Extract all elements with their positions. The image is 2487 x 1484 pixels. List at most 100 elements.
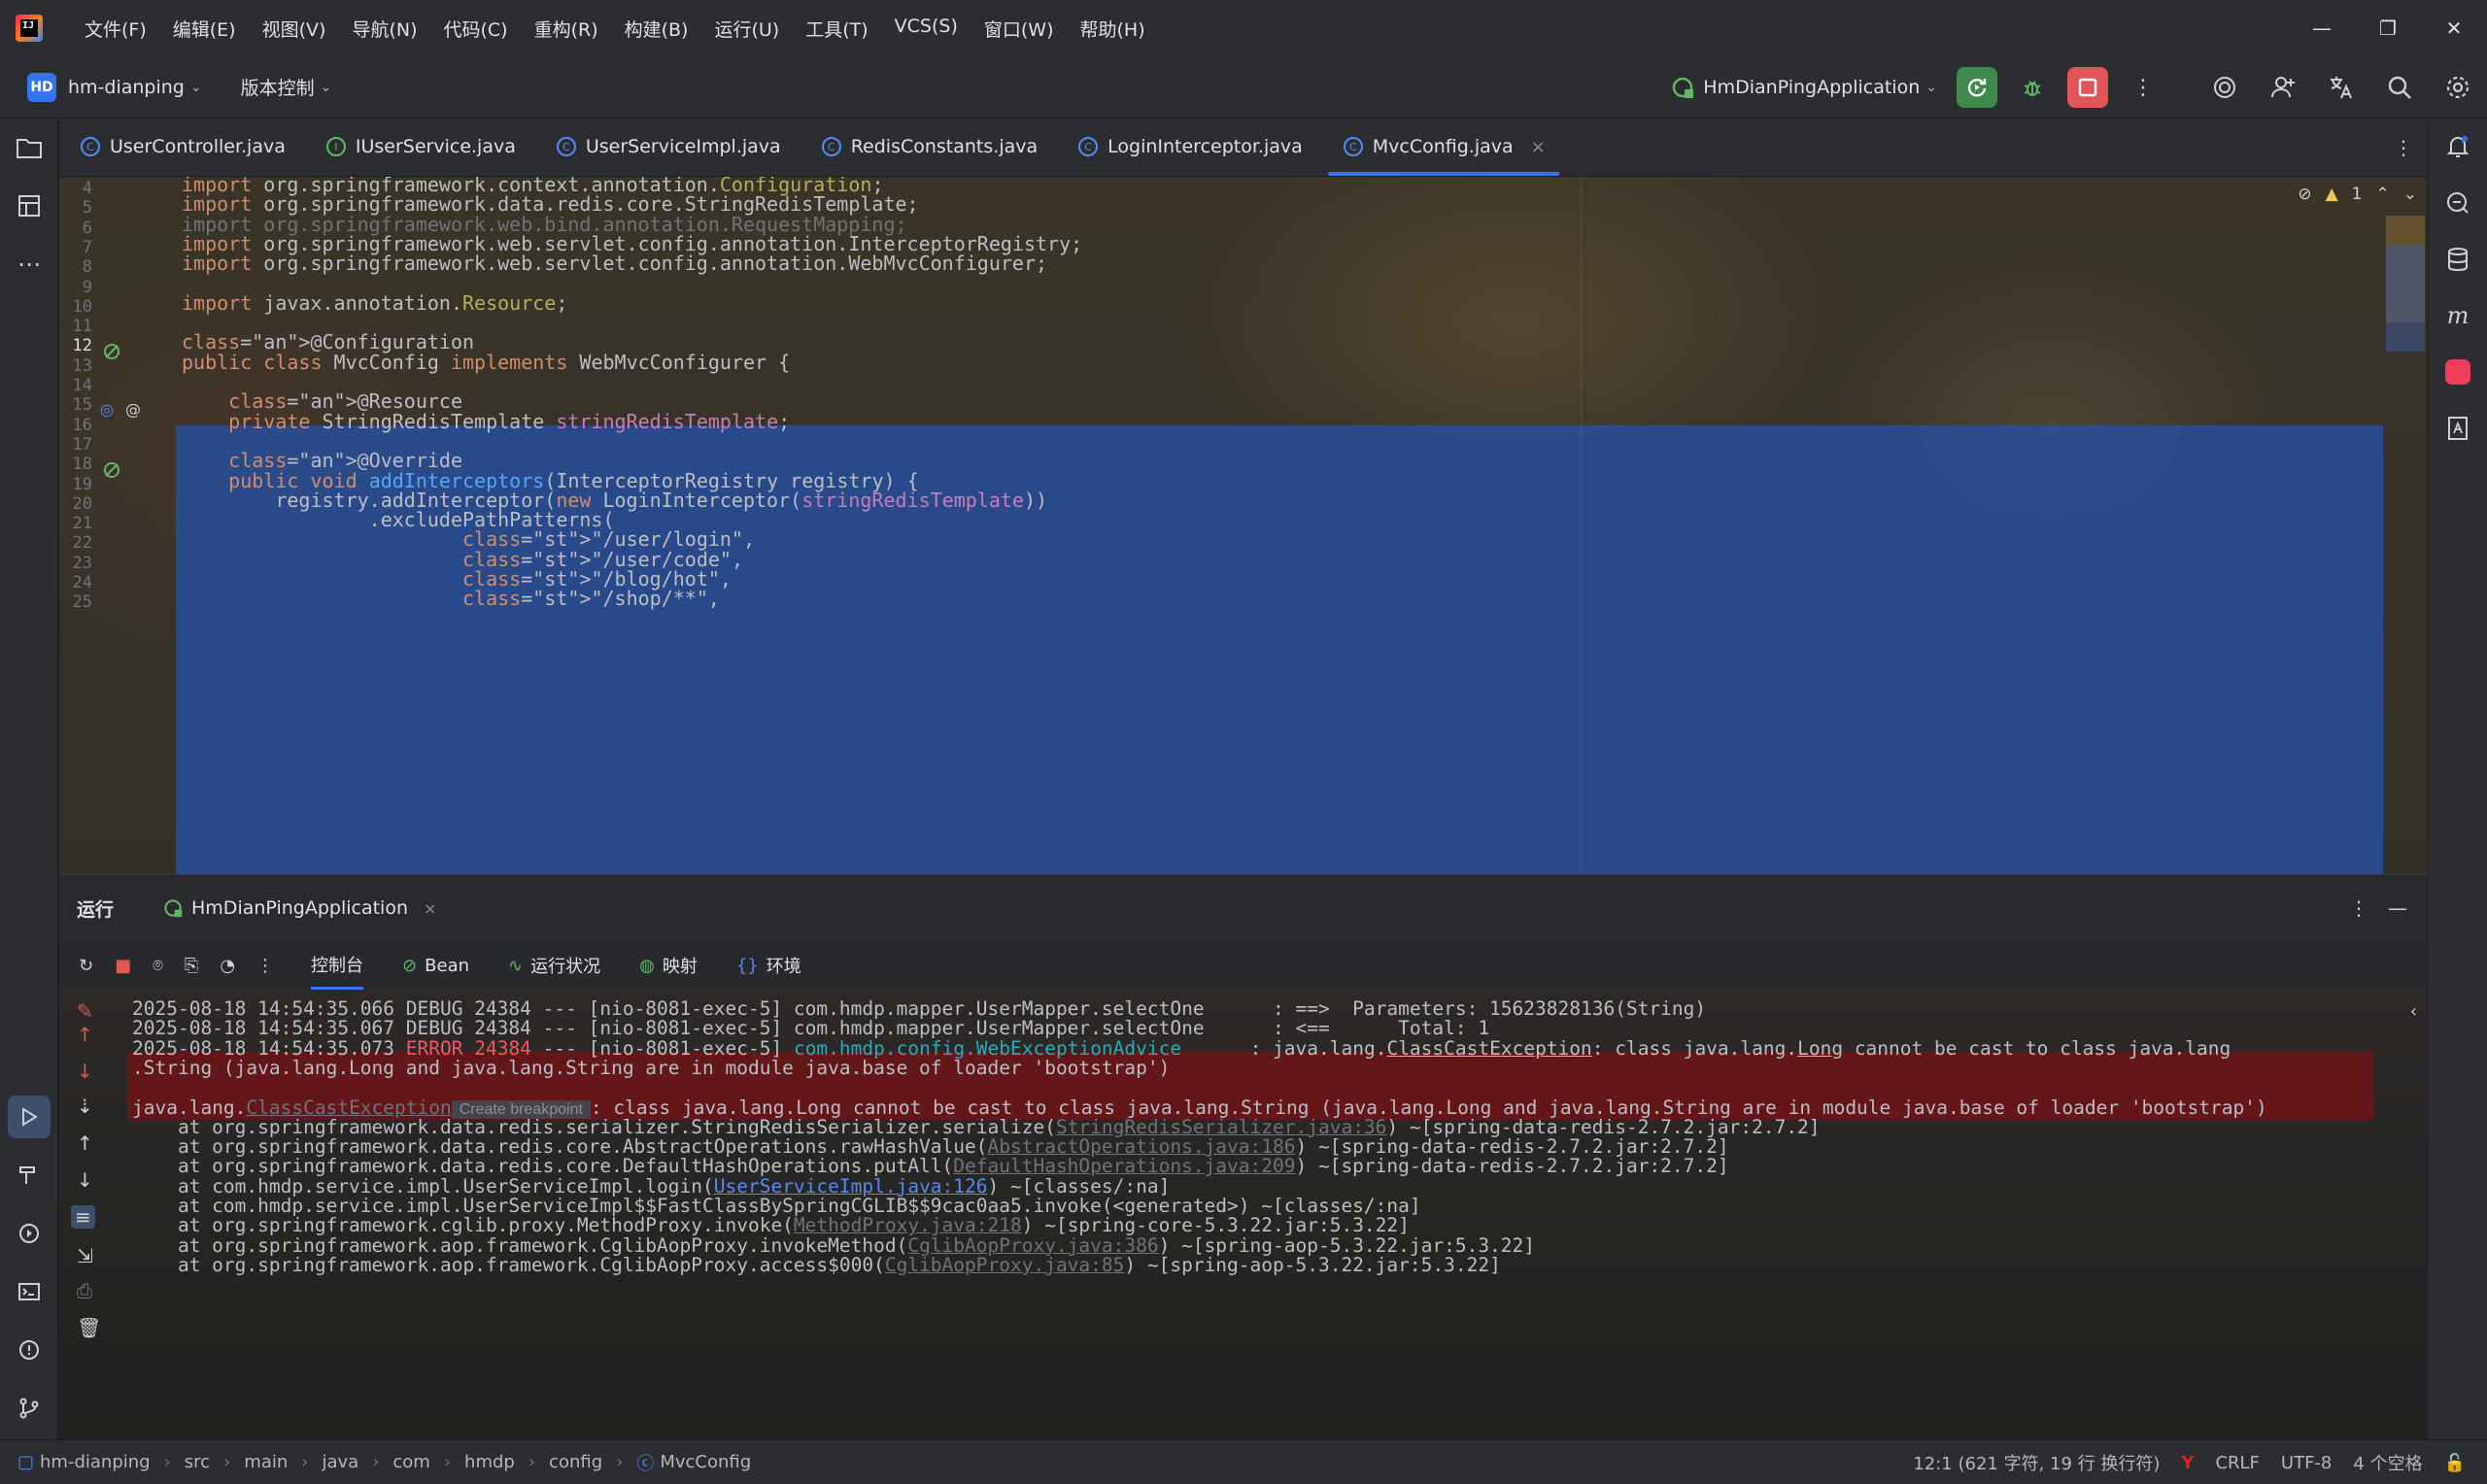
arrow-up-icon[interactable]: ↑ (77, 1023, 93, 1046)
line-number[interactable]: 21 (59, 514, 92, 533)
spring-bean-icon[interactable] (102, 460, 121, 484)
line-number[interactable]: 13 (59, 356, 92, 376)
breadcrumb-item[interactable]: main (244, 1452, 288, 1472)
ai-assistant-icon[interactable] (2205, 68, 2244, 107)
camera-icon[interactable]: ⌾ (153, 956, 163, 976)
line-number[interactable]: 23 (59, 554, 92, 573)
code-line[interactable]: class="st">"/shop/**", (182, 587, 720, 610)
intellij-logo-icon[interactable]: IJ (16, 15, 43, 42)
breadcrumb-item[interactable]: hm-dianping (40, 1452, 151, 1472)
tab-mappings[interactable]: ◍ 映射 (639, 953, 698, 978)
line-number[interactable]: 8 (59, 257, 92, 277)
close-tab-icon[interactable]: × (424, 899, 436, 918)
line-number[interactable]: 7 (59, 238, 92, 257)
down-icon[interactable]: ↓ (77, 1168, 93, 1192)
search-icon[interactable] (2380, 68, 2419, 107)
close-tab-icon[interactable]: × (1531, 137, 1546, 157)
breadcrumb-item[interactable]: hmdp (464, 1452, 515, 1472)
menu-build[interactable]: 构建(B) (610, 16, 700, 42)
project-folder-icon[interactable] (0, 118, 58, 177)
chevron-down-icon[interactable]: ⌄ (190, 80, 202, 95)
menu-file[interactable]: 文件(F) (70, 16, 158, 42)
tab-console[interactable]: 控制台 (311, 941, 364, 990)
line-number[interactable]: 19 (59, 475, 92, 494)
code-line[interactable]: public class MvcConfig implements WebMvc… (182, 351, 790, 374)
rerun-button[interactable] (1957, 67, 1997, 108)
restore-button[interactable]: ❐ (2355, 0, 2421, 56)
vcs-menu[interactable]: 版本控制 (241, 74, 315, 100)
line-number[interactable]: 20 (59, 494, 92, 514)
indent-setting[interactable]: 4 个空格 (2353, 1450, 2422, 1475)
ai-chat-icon[interactable] (2428, 175, 2487, 231)
more-icon[interactable]: ⋮ (256, 956, 274, 976)
debug-button[interactable] (2013, 68, 2052, 107)
trash-icon[interactable]: 🗑 (77, 1316, 101, 1339)
minimap[interactable] (2382, 177, 2427, 874)
code-line[interactable]: import org.springframework.web.servlet.c… (182, 252, 1047, 275)
run-config-selector[interactable]: HmDianPingApplication ⌄ (1670, 75, 1937, 100)
menu-window[interactable]: 窗口(W) (970, 16, 1066, 42)
line-number[interactable]: 16 (59, 416, 92, 435)
terminal-icon[interactable] (0, 1263, 58, 1321)
database-icon[interactable] (2428, 231, 2487, 287)
stop-button[interactable] (2067, 67, 2108, 108)
line-number[interactable]: 17 (59, 435, 92, 455)
line-number[interactable]: 25 (59, 592, 92, 612)
gear-icon[interactable] (2438, 68, 2477, 107)
line-number[interactable]: 9 (59, 278, 92, 297)
problems-icon[interactable] (0, 1321, 58, 1379)
override-icon[interactable]: ◎ (100, 400, 114, 419)
clear-icon[interactable]: ✎ (77, 999, 93, 1023)
at-annotation-icon[interactable]: @ (125, 400, 141, 419)
tab-environment[interactable]: {} 环境 (736, 953, 801, 978)
line-number[interactable]: 10 (59, 297, 92, 317)
menu-vcs[interactable]: VCS(S) (880, 16, 970, 42)
code-line[interactable]: import javax.annotation.Resource; (182, 291, 567, 315)
gauge-icon[interactable]: ◔ (220, 956, 235, 976)
plugin-y-icon[interactable]: Y (2181, 1453, 2194, 1473)
structure-icon[interactable] (0, 177, 58, 235)
line-number[interactable]: 22 (59, 533, 92, 553)
sort-icon[interactable]: ⇣ (77, 1095, 93, 1118)
spring-bean-icon[interactable] (102, 342, 121, 365)
tab-bean[interactable]: ⊘ Bean (402, 956, 469, 976)
menu-refactor[interactable]: 重构(R) (520, 16, 610, 42)
arrow-down-icon[interactable]: ↓ (77, 1060, 93, 1083)
up-icon[interactable]: ↑ (77, 1131, 93, 1155)
add-user-icon[interactable] (2264, 68, 2302, 107)
run-panel-more-icon[interactable]: ⋮ (2349, 896, 2368, 920)
tab-mvcconfig[interactable]: C MvcConfig.java × (1322, 118, 1565, 176)
breadcrumb-item[interactable]: config (549, 1452, 602, 1472)
print-icon[interactable]: ⎙ (77, 1279, 92, 1302)
more-tools-icon[interactable]: ⋯ (0, 235, 58, 293)
font-book-icon[interactable] (2428, 400, 2487, 456)
tab-iuserservice[interactable]: I IUserService.java (305, 118, 535, 176)
line-number[interactable]: 24 (59, 573, 92, 592)
export-icon[interactable]: ⎘ (185, 956, 198, 976)
line-number[interactable]: 15 (59, 395, 92, 415)
rerun-icon[interactable]: ↻ (79, 956, 93, 976)
line-number[interactable]: 6 (59, 219, 92, 238)
build-hammer-icon[interactable] (0, 1146, 58, 1204)
line-number[interactable]: 12 (59, 336, 92, 355)
chevron-down-icon[interactable]: ⌄ (321, 80, 332, 95)
tab-more-icon[interactable]: ⋮ (2394, 136, 2413, 159)
soft-wrap-icon[interactable]: ≡ (71, 1205, 95, 1229)
line-number[interactable]: 5 (59, 198, 92, 218)
line-number[interactable]: 11 (59, 317, 92, 336)
git-branch-icon[interactable] (0, 1379, 58, 1437)
tab-logininterceptor[interactable]: C LoginInterceptor.java (1057, 118, 1322, 176)
line-number[interactable]: 18 (59, 455, 92, 474)
translate-icon[interactable] (2322, 68, 2361, 107)
tab-usercontroller[interactable]: C UserController.java (59, 118, 305, 176)
code-line[interactable]: private StringRedisTemplate stringRedisT… (182, 410, 790, 433)
menu-navigate[interactable]: 导航(N) (337, 16, 428, 42)
breadcrumb-item[interactable]: src (185, 1452, 210, 1472)
line-number[interactable]: 4 (59, 179, 92, 198)
line-separator[interactable]: CRLF (2215, 1453, 2259, 1473)
notifications-bell-icon[interactable] (2428, 118, 2487, 175)
menu-tools[interactable]: 工具(T) (791, 16, 879, 42)
run-config-tab[interactable]: HmDianPingApplication × (162, 897, 436, 919)
minimize-button[interactable]: — (2289, 0, 2355, 56)
eye-off-icon[interactable]: ⊘ (2298, 185, 2311, 204)
